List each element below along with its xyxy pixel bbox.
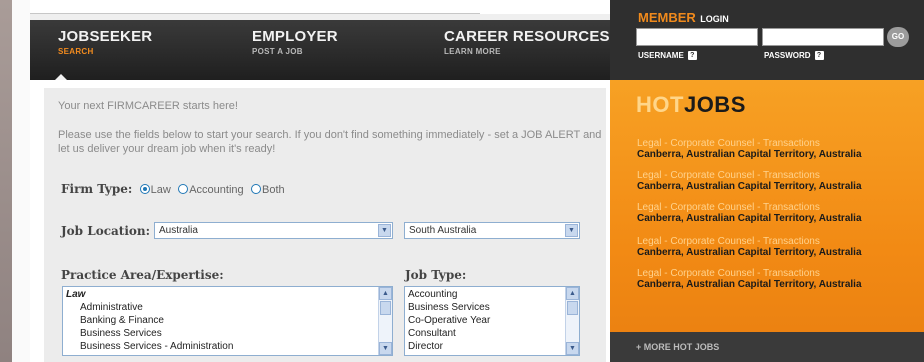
- password-help-icon[interactable]: ?: [814, 51, 824, 61]
- hot-jobs-title-jobs: JOBS: [683, 92, 746, 117]
- nav-employer[interactable]: EMPLOYER POST A JOB: [252, 28, 338, 56]
- member-login-panel: MEMBER LOGIN GO USERNAME? PASSWORD?: [610, 0, 924, 80]
- firm-type-law-label: Law: [150, 184, 171, 196]
- nav-jobseeker-title: JOBSEEKER: [58, 28, 153, 45]
- username-label-text: USERNAME: [638, 51, 684, 60]
- scroll-down-icon[interactable]: ▼: [379, 342, 392, 355]
- list-item[interactable]: Accounting: [408, 288, 576, 301]
- list-item[interactable]: Consultant: [408, 327, 576, 340]
- hot-job-location: Canberra, Australian Capital Territory, …: [637, 149, 862, 160]
- practice-area-label: Practice Area/Expertise:: [61, 268, 224, 282]
- hot-job-title[interactable]: Legal - Corporate Counsel - Transactions: [637, 202, 862, 213]
- country-select[interactable]: Australia ▼: [154, 222, 393, 239]
- firm-type-row: Firm Type: Law Accounting Both: [61, 182, 285, 196]
- chevron-down-icon[interactable]: ▼: [565, 224, 578, 237]
- hot-job-item[interactable]: Legal - Corporate Counsel - Transactions…: [637, 170, 862, 192]
- hot-job-location: Canberra, Australian Capital Territory, …: [637, 181, 862, 192]
- state-select-value: South Australia: [409, 225, 477, 236]
- hot-job-location: Canberra, Australian Capital Territory, …: [637, 247, 862, 258]
- search-instructions: Please use the fields below to start you…: [58, 129, 602, 155]
- left-margin: [12, 0, 30, 362]
- top-navigation: JOBSEEKER SEARCH EMPLOYER POST A JOB CAR…: [30, 20, 610, 81]
- nav-jobseeker-sub: SEARCH: [58, 47, 94, 56]
- hot-job-item[interactable]: Legal - Corporate Counsel - Transactions…: [637, 268, 862, 290]
- firm-type-accounting-radio[interactable]: [178, 184, 189, 194]
- scroll-up-icon[interactable]: ▲: [566, 287, 579, 300]
- job-location-label: Job Location:: [61, 224, 151, 238]
- list-item[interactable]: Business Services: [66, 327, 389, 340]
- firm-type-both-label: Both: [261, 184, 285, 196]
- hot-job-title[interactable]: Legal - Corporate Counsel - Transactions: [637, 138, 862, 149]
- hot-job-item[interactable]: Legal - Corporate Counsel - Transactions…: [637, 202, 862, 224]
- search-panel-inner: Your next FIRMCAREER starts here! Please…: [44, 88, 606, 362]
- chevron-down-icon[interactable]: ▼: [378, 224, 391, 237]
- username-label: USERNAME?: [638, 51, 697, 61]
- login-label: LOGIN: [700, 14, 729, 24]
- job-type-listbox[interactable]: Accounting Business Services Co-Operativ…: [404, 286, 580, 356]
- country-select-value: Australia: [159, 225, 198, 236]
- scroll-thumb[interactable]: [380, 301, 391, 315]
- list-item[interactable]: Co-Operative Year: [408, 314, 576, 327]
- practice-area-scrollbar[interactable]: ▲ ▼: [378, 287, 392, 355]
- firm-type-law-radio[interactable]: [139, 184, 150, 194]
- list-item[interactable]: Banking & Finance: [66, 314, 389, 327]
- hot-job-location: Canberra, Australian Capital Territory, …: [637, 279, 862, 290]
- login-go-button[interactable]: GO: [887, 27, 909, 47]
- hot-job-title[interactable]: Legal - Corporate Counsel - Transactions: [637, 236, 862, 247]
- list-item[interactable]: Administrative: [66, 301, 389, 314]
- hot-job-item[interactable]: Legal - Corporate Counsel - Transactions…: [637, 236, 862, 258]
- list-item[interactable]: Business Services: [408, 301, 576, 314]
- hot-jobs-title: HOTJOBS: [636, 92, 746, 118]
- window-top-edge: [30, 0, 480, 14]
- state-select[interactable]: South Australia ▼: [404, 222, 580, 239]
- nav-career-resources[interactable]: CAREER RESOURCES LEARN MORE: [444, 28, 610, 56]
- hot-jobs-title-hot: HOT: [636, 92, 684, 117]
- search-intro: Your next FIRMCAREER starts here!: [58, 100, 238, 112]
- job-type-scrollbar[interactable]: ▲ ▼: [565, 287, 579, 355]
- hot-job-location: Canberra, Australian Capital Territory, …: [637, 213, 862, 224]
- scroll-down-icon[interactable]: ▼: [566, 342, 579, 355]
- member-label: MEMBER: [638, 10, 696, 25]
- list-item[interactable]: Director: [408, 340, 576, 353]
- scroll-up-icon[interactable]: ▲: [379, 287, 392, 300]
- list-item[interactable]: Law: [66, 288, 389, 301]
- firm-type-both-radio[interactable]: [250, 184, 261, 194]
- practice-area-listbox[interactable]: Law Administrative Banking & Finance Bus…: [62, 286, 393, 356]
- member-login-title: MEMBER LOGIN: [638, 9, 729, 27]
- password-label: PASSWORD?: [764, 51, 824, 61]
- nav-employer-sub: POST A JOB: [252, 47, 303, 56]
- list-item[interactable]: Business Services - Administration: [66, 340, 389, 353]
- password-label-text: PASSWORD: [764, 51, 811, 60]
- nav-employer-title: EMPLOYER: [252, 28, 338, 45]
- hot-job-title[interactable]: Legal - Corporate Counsel - Transactions: [637, 268, 862, 279]
- password-input[interactable]: [762, 28, 884, 46]
- left-decorative-strip: [0, 0, 12, 362]
- nav-career-resources-sub: LEARN MORE: [444, 47, 501, 56]
- firm-type-accounting-label: Accounting: [189, 184, 244, 196]
- hot-job-title[interactable]: Legal - Corporate Counsel - Transactions: [637, 170, 862, 181]
- firm-type-label: Firm Type:: [61, 182, 133, 196]
- nav-career-resources-title: CAREER RESOURCES: [444, 28, 610, 45]
- hot-job-item[interactable]: Legal - Corporate Counsel - Transactions…: [637, 138, 862, 160]
- hot-jobs-panel: HOTJOBS Legal - Corporate Counsel - Tran…: [610, 80, 924, 362]
- more-hot-jobs-link[interactable]: + MORE HOT JOBS: [636, 342, 719, 352]
- job-type-label: Job Type:: [405, 268, 467, 282]
- scroll-thumb[interactable]: [567, 301, 578, 315]
- nav-jobseeker[interactable]: JOBSEEKER SEARCH: [58, 28, 152, 56]
- username-help-icon[interactable]: ?: [687, 51, 697, 61]
- search-panel: Your next FIRMCAREER starts here! Please…: [30, 80, 610, 362]
- username-input[interactable]: [636, 28, 758, 46]
- more-hot-jobs-bar: + MORE HOT JOBS: [610, 332, 924, 362]
